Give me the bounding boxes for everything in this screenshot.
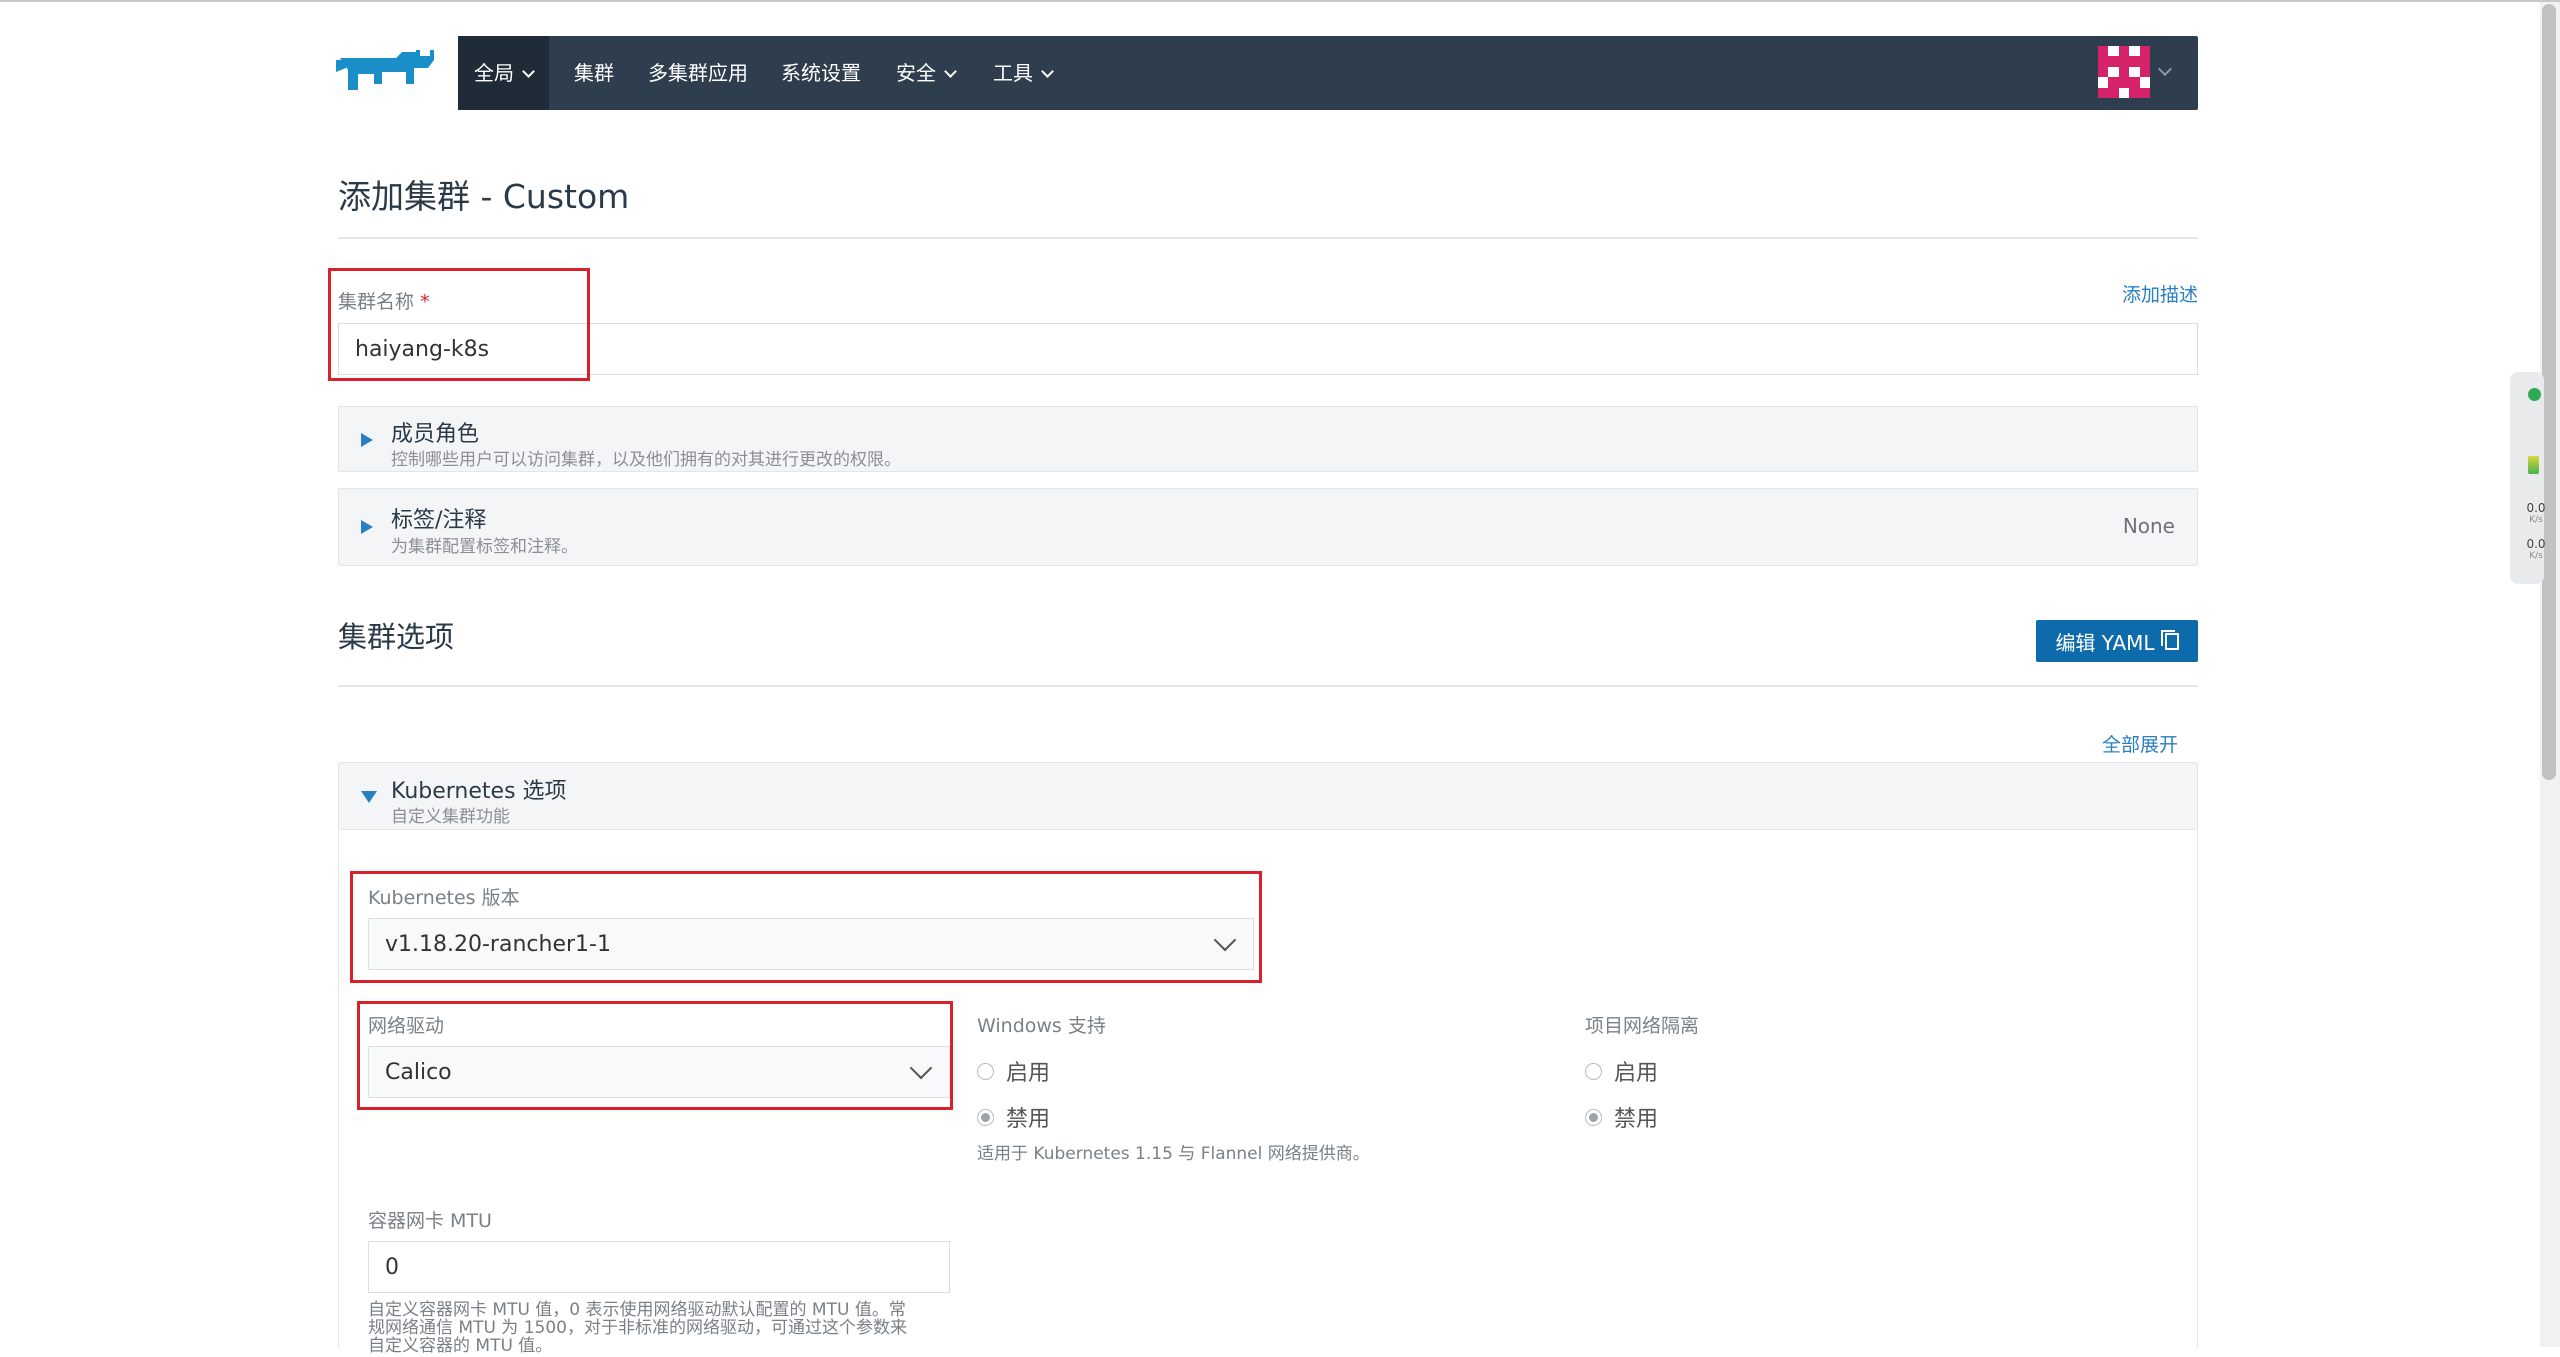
- windows-support-help: 适用于 Kubernetes 1.15 与 Flannel 网络提供商。: [977, 1144, 1370, 1164]
- nav-global-label: 全局: [474, 61, 514, 85]
- isolation-enable-label: 启用: [1614, 1061, 1659, 1086]
- project-network-isolation-label: 项目网络隔离: [1585, 1015, 1700, 1037]
- edit-yaml-label: 编辑 YAML: [2055, 630, 2155, 655]
- kubernetes-options-subtitle: 自定义集群功能: [391, 807, 510, 827]
- windows-enable-radio[interactable]: 启用: [977, 1055, 1050, 1087]
- edit-yaml-button[interactable]: 编辑 YAML: [2036, 620, 2198, 662]
- status-dot-icon: [2528, 388, 2541, 401]
- radio-checked-icon: [977, 1108, 994, 1126]
- mtu-label: 容器网卡 MTU: [368, 1210, 492, 1232]
- member-roles-accordion[interactable]: 成员角色 控制哪些用户可以访问集群，以及他们拥有的对其进行更改的权限。: [338, 406, 2198, 472]
- mtu-value: 0: [385, 1254, 399, 1280]
- user-avatar[interactable]: [2098, 46, 2150, 98]
- mtu-input[interactable]: 0: [368, 1241, 950, 1293]
- nav-clusters[interactable]: 集群: [574, 36, 614, 110]
- radio-icon: [977, 1062, 994, 1080]
- windows-support-label: Windows 支持: [977, 1015, 1106, 1037]
- nav-system-settings-label: 系统设置: [781, 61, 861, 85]
- cluster-options-title: 集群选项: [338, 620, 455, 654]
- window-top-border: [0, 0, 2560, 2]
- nav-security-label: 安全: [896, 61, 936, 85]
- network-speed-widget[interactable]: 0.0 K/s 0.0 K/s: [2510, 372, 2546, 584]
- expand-all-link[interactable]: 全部展开: [2102, 730, 2178, 757]
- radio-checked-icon: [1585, 1108, 1602, 1126]
- upload-speed-value: 0.0: [2526, 501, 2546, 515]
- download-speed: 0.0 K/s: [2524, 538, 2548, 562]
- highlight-box: [350, 871, 1262, 983]
- upload-speed-unit: K/s: [2529, 515, 2543, 525]
- labels-subtitle: 为集群配置标签和注释。: [391, 537, 578, 557]
- top-navigation-bar: 全局 集群 多集群应用 系统设置 安全 工具: [458, 36, 2198, 110]
- highlight-box: [328, 268, 590, 381]
- labels-title: 标签/注释: [391, 508, 487, 533]
- add-description-link[interactable]: 添加描述: [2122, 280, 2198, 307]
- isolation-disable-label: 禁用: [1614, 1107, 1659, 1132]
- windows-disable-label: 禁用: [1006, 1107, 1051, 1132]
- expand-arrow-icon: [361, 520, 373, 534]
- chevron-down-icon: [522, 65, 535, 78]
- isolation-enable-radio[interactable]: 启用: [1585, 1055, 1658, 1087]
- page-title: 添加集群 - Custom: [338, 177, 630, 216]
- nav-multi-cluster-apps-label: 多集群应用: [648, 61, 748, 85]
- isolation-disable-radio[interactable]: 禁用: [1585, 1101, 1658, 1133]
- download-speed-unit: K/s: [2529, 551, 2543, 561]
- member-roles-title: 成员角色: [391, 422, 480, 447]
- nav-security-menu[interactable]: 安全: [896, 36, 957, 110]
- download-speed-value: 0.0: [2526, 537, 2546, 551]
- labels-annotations-accordion[interactable]: 标签/注释 为集群配置标签和注释。 None: [338, 488, 2198, 566]
- highlight-box: [357, 1001, 953, 1110]
- windows-enable-label: 启用: [1006, 1061, 1051, 1086]
- expand-arrow-icon: [361, 433, 373, 447]
- nav-clusters-label: 集群: [574, 61, 614, 85]
- rancher-logo-icon[interactable]: [336, 46, 442, 98]
- nav-tools-menu[interactable]: 工具: [993, 36, 1054, 110]
- mtu-help-line-3: 自定义容器的 MTU 值。: [368, 1336, 553, 1356]
- copy-icon: [2160, 629, 2179, 650]
- scrollbar-thumb[interactable]: [2542, 4, 2556, 780]
- radio-icon: [1585, 1062, 1602, 1080]
- title-divider: [338, 237, 2198, 239]
- section-divider: [338, 685, 2198, 687]
- chevron-down-icon: [944, 65, 957, 78]
- upload-speed: 0.0 K/s: [2524, 502, 2548, 526]
- kubernetes-options-accordion[interactable]: Kubernetes 选项 自定义集群功能: [338, 762, 2198, 830]
- battery-icon: [2528, 456, 2539, 474]
- chevron-down-icon: [1041, 65, 1054, 78]
- nav-multi-cluster-apps[interactable]: 多集群应用: [648, 36, 748, 110]
- nav-system-settings[interactable]: 系统设置: [781, 36, 861, 110]
- labels-value: None: [2122, 514, 2175, 538]
- collapse-arrow-icon: [361, 791, 377, 803]
- kubernetes-options-title: Kubernetes 选项: [391, 779, 567, 804]
- cluster-name-input[interactable]: haiyang-k8s: [338, 323, 2198, 375]
- nav-tools-label: 工具: [993, 61, 1033, 85]
- nav-global-menu[interactable]: 全局: [458, 36, 549, 110]
- windows-disable-radio[interactable]: 禁用: [977, 1101, 1050, 1133]
- member-roles-subtitle: 控制哪些用户可以访问集群，以及他们拥有的对其进行更改的权限。: [391, 450, 901, 470]
